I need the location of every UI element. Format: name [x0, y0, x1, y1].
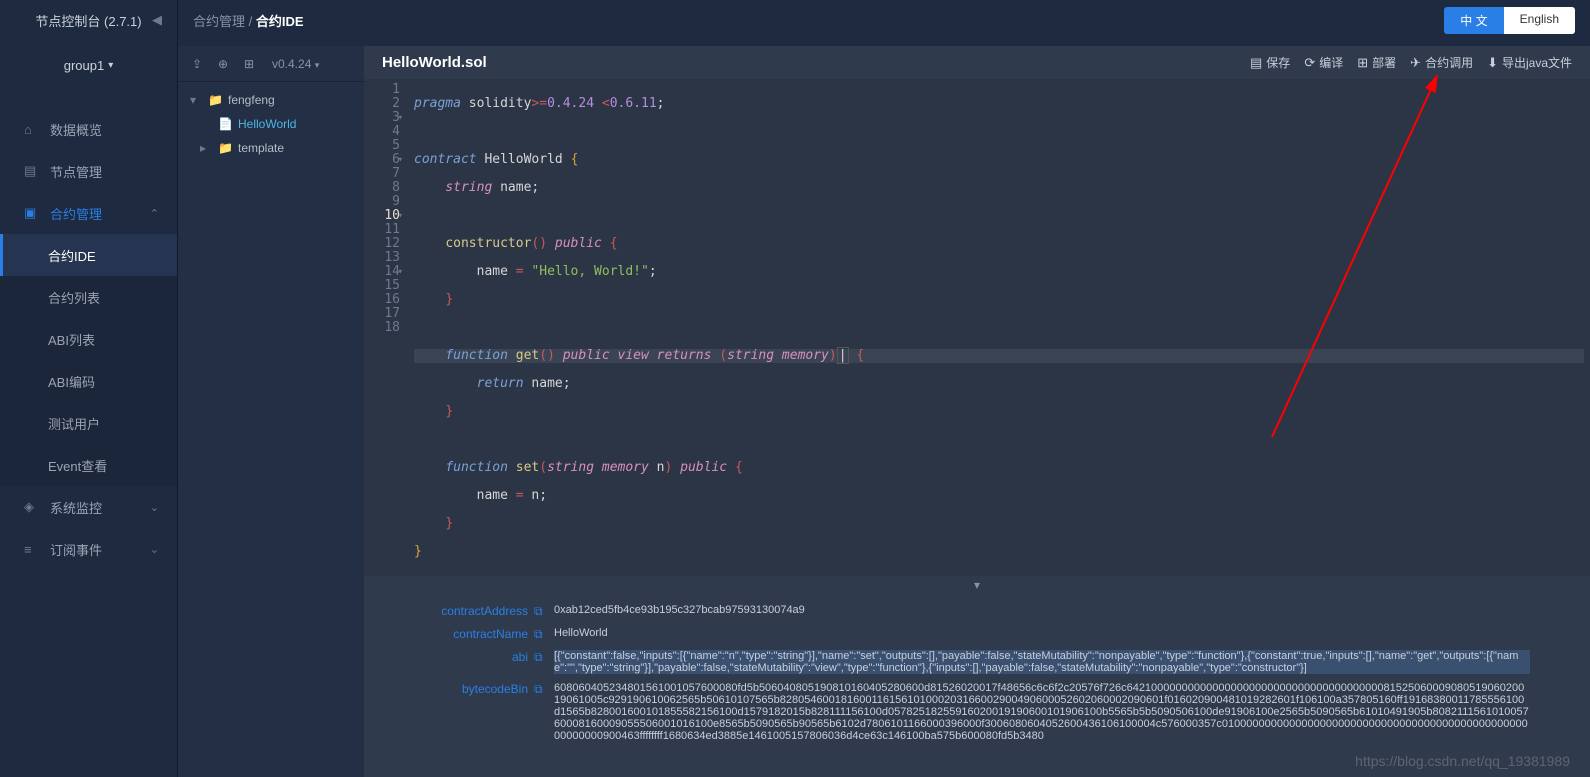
subnav-contract-ide[interactable]: 合约IDE — [0, 234, 177, 276]
language-switch: 中 文 English — [1444, 7, 1575, 34]
breadcrumb-parent[interactable]: 合约管理 — [193, 14, 245, 29]
info-value[interactable]: [{"constant":false,"inputs":[{"name":"n"… — [554, 650, 1530, 674]
file-toolbar: ⇪ ⊕ ⊞ v0.4.24 ▾ — [178, 46, 364, 82]
compile-icon: ⟳ — [1304, 55, 1315, 71]
file-tree: ▾ 📁 fengfeng 📄 HelloWorld ▸ 📁 template — [178, 82, 364, 166]
tree-folder-template[interactable]: ▸ 📁 template — [178, 136, 364, 160]
info-label: abi — [424, 650, 534, 664]
nav-node-manage[interactable]: ▤ 节点管理 — [0, 150, 177, 192]
console-title: 节点控制台 (2.7.1) — [35, 11, 141, 30]
subnav-test-user[interactable]: 测试用户 — [0, 402, 177, 444]
collapse-icon[interactable]: ◀ — [152, 12, 162, 28]
folder-icon: 📁 — [208, 93, 222, 107]
chevron-down-icon: ⌄ — [150, 543, 159, 556]
nav-label: 系统监控 — [50, 498, 102, 517]
nav-label: 合约管理 — [50, 204, 102, 223]
new-file-icon[interactable]: ⊕ — [214, 55, 232, 73]
nav-data-overview[interactable]: ⌂ 数据概览 — [0, 108, 177, 150]
subnav-abi-encode[interactable]: ABI编码 — [0, 360, 177, 402]
upload-icon[interactable]: ⇪ — [188, 55, 206, 73]
copy-icon[interactable]: ⧉ — [534, 627, 550, 642]
export-java-button[interactable]: ⬇导出java文件 — [1487, 54, 1572, 71]
code-content[interactable]: pragma solidity>=0.4.24 <0.6.11; contrac… — [408, 79, 1590, 576]
breadcrumb: 合约管理 / 合约IDE — [193, 11, 304, 30]
dashboard-icon: ⌂ — [24, 122, 40, 137]
subnav-label: ABI编码 — [48, 372, 95, 391]
info-label: contractAddress — [424, 604, 534, 618]
editor-header: HelloWorld.sol ▤保存 ⟳编译 ⊞部署 ✈合约调用 ⬇导出java… — [364, 46, 1590, 79]
info-label: bytecodeBin — [424, 682, 534, 696]
save-icon: ▤ — [1250, 55, 1262, 71]
file-icon: 📄 — [218, 117, 232, 131]
rss-icon: ≡ — [24, 542, 40, 557]
subnav-label: 合约列表 — [48, 288, 100, 307]
info-row-address: contractAddress ⧉ 0xab12ced5fb4ce93b195c… — [424, 600, 1530, 623]
deploy-icon: ⊞ — [1357, 55, 1368, 71]
chevron-up-icon: ⌃ — [150, 207, 159, 220]
editor-area: HelloWorld.sol ▤保存 ⟳编译 ⊞部署 ✈合约调用 ⬇导出java… — [364, 46, 1590, 777]
info-row-abi: abi ⧉ [{"constant":false,"inputs":[{"nam… — [424, 646, 1530, 678]
lang-zh-button[interactable]: 中 文 — [1444, 7, 1503, 34]
editor-actions: ▤保存 ⟳编译 ⊞部署 ✈合约调用 ⬇导出java文件 — [1250, 54, 1572, 71]
new-folder-icon[interactable]: ⊞ — [240, 55, 258, 73]
subnav-label: 测试用户 — [48, 414, 100, 433]
breadcrumb-current: 合约IDE — [256, 14, 304, 29]
send-icon: ✈ — [1410, 55, 1421, 71]
watermark: https://blog.csdn.net/qq_19381989 — [1355, 753, 1570, 769]
info-value: 0xab12ced5fb4ce93b195c327bcab97593130074… — [554, 604, 1530, 616]
deploy-button[interactable]: ⊞部署 — [1357, 54, 1396, 71]
page-header: 合约管理 / 合约IDE 中 文 English — [178, 0, 1590, 40]
save-button[interactable]: ▤保存 — [1250, 54, 1290, 71]
download-icon: ⬇ — [1487, 55, 1498, 71]
caret-right-icon: ▸ — [200, 141, 212, 155]
chevron-down-icon: ⌄ — [150, 501, 159, 514]
info-value: HelloWorld — [554, 627, 1530, 639]
nav-label: 节点管理 — [50, 162, 102, 181]
code-editor[interactable]: 123456789101112131415161718 pragma solid… — [364, 79, 1590, 576]
subnav-label: Event查看 — [48, 456, 107, 475]
file-explorer: ⇪ ⊕ ⊞ v0.4.24 ▾ ▾ 📁 fengfeng 📄 HelloWorld ▸… — [178, 46, 364, 777]
subnav-contract-list[interactable]: 合约列表 — [0, 276, 177, 318]
caret-down-icon: ▾ — [190, 93, 202, 107]
nav-menu: ⌂ 数据概览 ▤ 节点管理 ▣ 合约管理 ⌃ 合约IDE 合约列表 ABI列表 ABI编… — [0, 90, 177, 570]
sidebar-header: 节点控制台 (2.7.1) ◀ — [0, 0, 177, 40]
nav-system-monitor[interactable]: ◈ 系统监控 ⌄ — [0, 486, 177, 528]
folder-icon: 📁 — [218, 141, 232, 155]
contract-icon: ▣ — [24, 205, 40, 221]
subnav-event-view[interactable]: Event查看 — [0, 444, 177, 486]
invoke-button[interactable]: ✈合约调用 — [1410, 54, 1473, 71]
info-value: 608060405234801561001057600080fd5b506040… — [554, 682, 1530, 742]
info-row-bytecode: bytecodeBin ⧉ 60806040523480156100105760… — [424, 678, 1530, 746]
compiler-version[interactable]: v0.4.24 ▾ — [272, 57, 319, 71]
subnav-abi-list[interactable]: ABI列表 — [0, 318, 177, 360]
nav-label: 订阅事件 — [50, 540, 102, 559]
file-label: HelloWorld — [238, 117, 296, 131]
node-icon: ▤ — [24, 163, 40, 179]
nav-contract-manage[interactable]: ▣ 合约管理 ⌃ — [0, 192, 177, 234]
contract-info-panel: contractAddress ⧉ 0xab12ced5fb4ce93b195c… — [364, 594, 1590, 777]
copy-icon[interactable]: ⧉ — [534, 650, 550, 665]
nav-label: 数据概览 — [50, 120, 102, 139]
info-row-name: contractName ⧉ HelloWorld — [424, 623, 1530, 646]
nav-subscribe-event[interactable]: ≡ 订阅事件 ⌄ — [0, 528, 177, 570]
tree-folder-fengfeng[interactable]: ▾ 📁 fengfeng — [178, 88, 364, 112]
sidebar: 节点控制台 (2.7.1) ◀ group1▾ ⌂ 数据概览 ▤ 节点管理 ▣ 合约管… — [0, 0, 178, 777]
compile-button[interactable]: ⟳编译 — [1304, 54, 1343, 71]
subnav-label: ABI列表 — [48, 330, 95, 349]
copy-icon[interactable]: ⧉ — [534, 604, 550, 619]
panel-toggle[interactable]: ▾ — [364, 576, 1590, 594]
copy-icon[interactable]: ⧉ — [534, 682, 550, 697]
group-label: group1 — [64, 58, 104, 73]
monitor-icon: ◈ — [24, 499, 40, 515]
nav-submenu: 合约IDE 合约列表 ABI列表 ABI编码 测试用户 Event查看 — [0, 234, 177, 486]
info-label: contractName — [424, 627, 534, 641]
folder-label: fengfeng — [228, 93, 275, 107]
gutter: 123456789101112131415161718 — [364, 79, 408, 576]
group-selector[interactable]: group1▾ — [0, 40, 177, 90]
tree-file-helloworld[interactable]: 📄 HelloWorld — [178, 112, 364, 136]
lang-en-button[interactable]: English — [1504, 7, 1575, 34]
subnav-label: 合约IDE — [48, 246, 96, 265]
folder-label: template — [238, 141, 284, 155]
editor-filename: HelloWorld.sol — [382, 54, 487, 71]
